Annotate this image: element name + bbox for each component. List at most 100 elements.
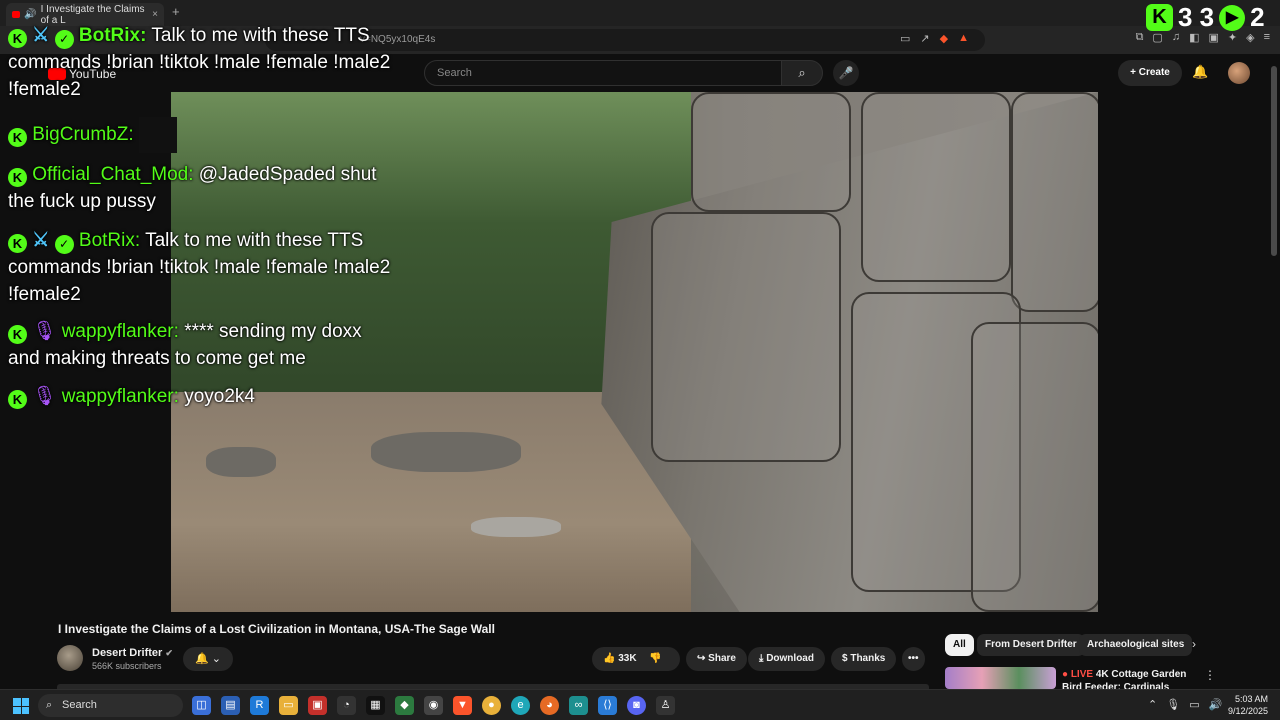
chat-text: yoyo2k4 (184, 386, 255, 407)
app-icon[interactable]: R (250, 696, 269, 715)
app-icon[interactable]: ◉ (424, 696, 443, 715)
chevron-up-icon[interactable]: ⌃ (1148, 698, 1157, 711)
new-tab-button[interactable]: + (172, 4, 180, 19)
chip-archaeological-sites[interactable]: Archaeological sites (1079, 634, 1193, 656)
app-icon[interactable]: ♙ (656, 696, 675, 715)
chat-username: Official_Chat_Mod: (32, 164, 194, 185)
subscribe-notifications-button[interactable]: 🔔 ⌄ (183, 647, 233, 671)
like-button[interactable]: 👍 33K (603, 653, 637, 664)
app-icon[interactable]: ◆ (395, 696, 414, 715)
create-button[interactable]: + Create (1118, 60, 1182, 86)
brave-browser-icon[interactable]: ▼ (453, 696, 472, 715)
taskbar-search[interactable]: ⌕ Search (38, 694, 183, 717)
taskbar-clock[interactable]: 5:03 AM 9/12/2025 (1226, 693, 1268, 717)
boulder (371, 432, 521, 472)
search-icon: ⌕ (46, 699, 53, 711)
chat-message: K BigCrumbZ: (8, 117, 398, 153)
microphone-icon: 🎤 (838, 66, 854, 80)
kick-badge-icon: K (8, 390, 27, 409)
search-icon: ⌕ (798, 65, 806, 80)
video-title: I Investigate the Claims of a Lost Civil… (58, 622, 495, 636)
brave-shield-icon[interactable]: ◆ (940, 32, 948, 45)
discord-icon[interactable]: ◙ (627, 696, 646, 715)
verified-check-icon: ✔ (165, 648, 173, 658)
live-badge: ● LIVE (1062, 669, 1094, 680)
task-view-icon[interactable]: ◫ (192, 696, 211, 715)
download-label: Download (766, 653, 814, 664)
boulder (206, 447, 276, 477)
channel-name[interactable]: Desert Drifter ✔ (92, 647, 173, 659)
chip-from-channel[interactable]: From Desert Drifter (977, 634, 1085, 656)
kick-badge-icon: K (8, 168, 27, 187)
thumbs-down-icon: 👎 (649, 653, 662, 664)
app-icon[interactable]: ▣ (308, 696, 327, 715)
wall-block (651, 212, 841, 462)
edge-icon[interactable]: e (511, 696, 530, 715)
search-button[interactable]: ⌕ (781, 60, 823, 86)
recommendation-thumbnail[interactable] (945, 667, 1056, 689)
sword-badge-icon: ⚔ (32, 230, 50, 251)
app-icon[interactable]: ▤ (221, 696, 240, 715)
recommendation-menu-icon[interactable]: ⋮ (1204, 668, 1216, 682)
chrome-icon[interactable]: ● (482, 696, 501, 715)
chat-username: wappyflanker: (61, 321, 179, 342)
taskbar-search-label: Search (62, 699, 97, 711)
address-actions: ▭ ↗ ◆ ▲ (900, 32, 969, 45)
forest-floor (171, 392, 691, 612)
microphone-tray-icon[interactable]: 🎙 (1166, 698, 1180, 711)
extensions-icon[interactable]: ⧉ (1136, 31, 1144, 44)
more-actions-button[interactable]: ••• (902, 647, 925, 671)
emote-image (138, 117, 177, 153)
chat-username: BotRix: (78, 230, 141, 251)
chevron-right-icon[interactable]: › (1192, 637, 1196, 651)
wall-block (971, 322, 1098, 612)
windows-start-icon[interactable] (13, 698, 29, 714)
chip-all[interactable]: All (945, 634, 974, 656)
recommendation-title[interactable]: ● LIVE 4K Cottage Garden Bird Feeder: Ca… (1062, 668, 1202, 689)
wall-block (691, 92, 851, 212)
dislike-button[interactable]: 👎 (649, 653, 661, 664)
chat-username: wappyflanker: (61, 386, 179, 407)
kick-badge-icon: K (8, 29, 27, 48)
kick-badge-icon: K (8, 325, 27, 344)
chat-message: K 🎙 wappyflanker: **** sending my doxx a… (8, 318, 398, 372)
sword-badge-icon: ⚔ (32, 25, 50, 46)
windows-taskbar: ⌕ Search ◫ ▤ R ▭ ▣ ◔ ▦ ◆ ◉ ▼ ● e ◕ ∞ ⟨⟩ ◙… (0, 689, 1280, 720)
file-explorer-icon[interactable]: ▭ (279, 696, 298, 715)
channel-avatar[interactable] (57, 645, 83, 671)
chat-message: K ⚔ ✓ BotRix: Talk to me with these TTS … (8, 227, 398, 308)
app-icon[interactable]: ◔ (337, 696, 356, 715)
thumbs-up-icon: 👍 (603, 653, 616, 664)
thanks-button[interactable]: $ Thanks (831, 647, 897, 671)
download-button[interactable]: ⤓ Download (748, 647, 825, 671)
verified-badge-icon: ✓ (54, 235, 74, 254)
kick-stream-counter: K 3 3 ▶ 2 (1146, 2, 1265, 33)
chat-username: BotRix: (78, 25, 147, 46)
share-page-icon[interactable]: ↗ (920, 32, 929, 45)
close-tab-icon[interactable]: × (152, 9, 158, 20)
scrollbar-thumb[interactable] (1271, 66, 1277, 256)
share-icon: ↪ (697, 653, 709, 664)
voice-search-button[interactable]: 🎤 (833, 60, 859, 86)
kick-badge-icon: K (8, 234, 27, 253)
firefox-icon[interactable]: ◕ (540, 696, 559, 715)
search-input[interactable]: Search (424, 60, 782, 86)
plus-icon: + (1130, 67, 1139, 78)
notifications-bell-icon[interactable]: 🔔 (1192, 64, 1208, 80)
counter-value-2: 2 (1250, 2, 1265, 32)
vscode-icon[interactable]: ⟨⟩ (598, 696, 617, 715)
network-icon[interactable]: ▭ (1189, 698, 1199, 711)
app-icon[interactable]: ∞ (569, 696, 588, 715)
bell-icon: 🔔 (195, 653, 209, 665)
volume-icon[interactable]: 🔊 (1209, 698, 1223, 711)
page-scrollbar[interactable] (1268, 56, 1280, 686)
kick-badge-icon: K (8, 128, 27, 148)
rewards-icon[interactable]: ▲ (958, 32, 969, 45)
cast-icon[interactable]: ▭ (900, 32, 910, 45)
subscriber-count: 566K subscribers (92, 661, 162, 671)
wall-block (861, 92, 1011, 282)
share-button[interactable]: ↪ Share (686, 647, 747, 671)
account-avatar[interactable] (1228, 62, 1250, 84)
clock-date: 9/12/2025 (1227, 706, 1268, 716)
app-icon[interactable]: ▦ (366, 696, 385, 715)
